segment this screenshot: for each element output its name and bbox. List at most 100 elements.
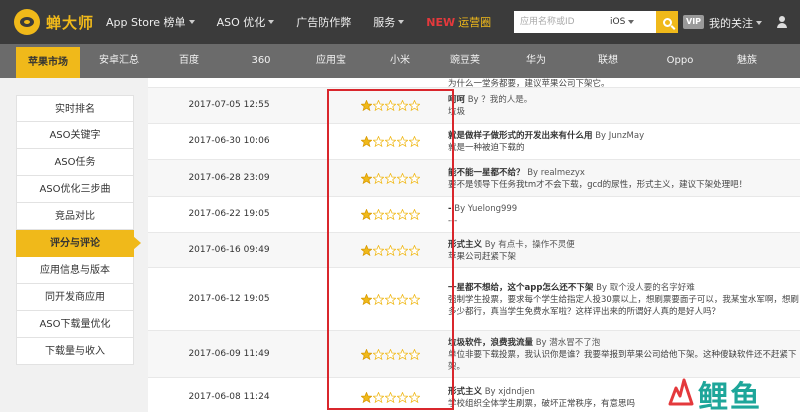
star-empty-icon xyxy=(396,348,408,360)
search-input[interactable] xyxy=(514,12,608,32)
tab-oppo[interactable]: Oppo xyxy=(656,44,704,78)
review-comment: 一星都不想给，这个app怎么还不下架 By 取个没人要的名字好难 强制学生投票，要… xyxy=(448,282,800,318)
logo-text: 蝉大师 xyxy=(46,13,95,32)
review-title: 一星都不想给，这个app怎么还不下架 xyxy=(448,282,594,293)
review-date: 2017-07-05 12:55 xyxy=(188,100,270,110)
tab-android-summary[interactable]: 安卓汇总 xyxy=(88,44,150,78)
nav-services[interactable]: 服务 xyxy=(373,14,405,30)
star-empty-icon xyxy=(372,293,384,305)
chevron-down-icon xyxy=(188,20,195,24)
star-empty-icon xyxy=(372,136,384,147)
star-filled-icon xyxy=(360,100,372,111)
review-date: 2017-06-16 09:49 xyxy=(188,244,270,255)
tab-lenovo[interactable]: 联想 xyxy=(586,44,630,78)
logo[interactable]: 蝉大师 xyxy=(14,9,106,35)
user-icon[interactable] xyxy=(776,16,788,28)
star-empty-icon xyxy=(384,244,396,256)
search-button[interactable] xyxy=(656,11,678,33)
star-empty-icon xyxy=(396,172,408,184)
sidebar-item-same-developer[interactable]: 同开发商应用 xyxy=(16,284,134,311)
star-rating xyxy=(328,348,452,360)
sidebar-item-app-info-versions[interactable]: 应用信息与版本 xyxy=(16,257,134,284)
star-empty-icon xyxy=(408,100,420,111)
star-rating xyxy=(328,136,452,147)
star-filled-icon xyxy=(360,348,372,360)
platform-select[interactable]: iOS xyxy=(610,17,635,27)
sidebar-item-aso-download-opt[interactable]: ASO下载量优化 xyxy=(16,311,134,338)
review-author: By 取个没人要的名字好难 xyxy=(596,282,695,293)
tab-yingyongbao[interactable]: 应用宝 xyxy=(304,44,358,78)
tab-360[interactable]: 360 xyxy=(236,44,286,78)
sidebar-item-competitor-compare[interactable]: 竞品对比 xyxy=(16,203,134,230)
star-rating xyxy=(328,293,452,305)
star-empty-icon xyxy=(372,348,384,360)
chevron-down-icon xyxy=(268,20,275,24)
review-comment: 垃圾软件，浪费我流量 By 潜水冒不了泡 单位非要下载投票，我认识你是谁？我要举报… xyxy=(448,337,800,373)
review-author: By JunzMay xyxy=(595,131,645,141)
review-comment: - By Yuelong999 --- xyxy=(448,203,800,227)
star-empty-icon xyxy=(384,136,396,147)
watermark: 鲤鱼 xyxy=(666,370,796,412)
sidebar-item-aso-three-steps[interactable]: ASO优化三步曲 xyxy=(16,176,134,203)
nav-anti-fraud[interactable]: 广告防作弊 xyxy=(296,14,351,30)
sidebar: 实时排名 ASO关键字 ASO任务 ASO优化三步曲 竞品对比 评分与评论 应用… xyxy=(16,95,141,365)
sidebar-item-downloads-revenue[interactable]: 下载量与收入 xyxy=(16,338,134,365)
platform-label: iOS xyxy=(610,17,626,27)
review-row: 2017-06-12 19:05 一星都不想给，这个app怎么还不下架 By 取个… xyxy=(148,268,800,331)
star-filled-icon xyxy=(360,209,372,220)
new-badge: NEW xyxy=(426,15,456,29)
review-body: 垃圾 xyxy=(448,107,466,117)
star-filled-icon xyxy=(360,136,372,147)
my-follow-label: 我的关注 xyxy=(709,17,753,30)
star-filled-icon xyxy=(360,244,372,256)
review-comment: 形式主义 By 有点卡，操作不灵便 苹果公司赶紧下架 xyxy=(448,239,800,263)
star-filled-icon xyxy=(360,293,372,305)
star-filled-icon xyxy=(360,392,372,403)
review-comment: 能不能一星都不给？ By realmezyx 要不是领导下任务我tm才不会下载，g… xyxy=(448,167,800,191)
top-nav: App Store 榜单 ASO 优化 广告防作弊 服务 NEW 运营圈 xyxy=(106,0,513,44)
my-follow-menu[interactable]: 我的关注 xyxy=(709,15,762,31)
nav-aso[interactable]: ASO 优化 xyxy=(217,14,275,30)
top-bar: 蝉大师 App Store 榜单 ASO 优化 广告防作弊 服务 NEW 运营圈 xyxy=(0,0,800,44)
nav-label: App Store 榜单 xyxy=(106,16,186,29)
chevron-down-icon xyxy=(398,20,405,24)
nav-label: 服务 xyxy=(373,16,396,29)
star-empty-icon xyxy=(408,348,420,360)
tab-apple-market[interactable]: 苹果市场 xyxy=(16,47,80,78)
tab-meizu[interactable]: 魅族 xyxy=(724,44,770,78)
review-title: 呵呵 xyxy=(448,95,466,105)
star-empty-icon xyxy=(384,293,396,305)
search-icon xyxy=(662,17,672,27)
review-body: 单位非要下载投票，我认识你是谁？我要举报到苹果公司给他下架。这种傻缺软件还不赶紧… xyxy=(448,349,797,372)
tab-huawei[interactable]: 华为 xyxy=(514,44,558,78)
star-empty-icon xyxy=(408,293,420,305)
review-author: By realmezyx xyxy=(527,167,585,178)
review-title: 形式主义 xyxy=(448,387,483,397)
sidebar-item-aso-keywords[interactable]: ASO关键字 xyxy=(16,122,134,149)
star-empty-icon xyxy=(408,244,420,256)
nav-appstore-rank[interactable]: App Store 榜单 xyxy=(106,14,195,30)
sidebar-item-realtime-rank[interactable]: 实时排名 xyxy=(16,95,134,122)
sidebar-item-aso-tasks[interactable]: ASO任务 xyxy=(16,149,134,176)
star-rating xyxy=(328,209,452,220)
star-empty-icon xyxy=(396,100,408,111)
star-empty-icon xyxy=(372,100,384,111)
tab-xiaomi[interactable]: 小米 xyxy=(378,44,422,78)
sidebar-item-ratings-reviews[interactable]: 评分与评论 xyxy=(16,230,141,257)
star-empty-icon xyxy=(408,136,420,147)
review-title: - xyxy=(448,204,452,214)
review-row: 为什么一堂务都要，建议苹果公司下架它。 xyxy=(148,78,800,89)
review-author: By Yuelong999 xyxy=(454,204,518,214)
chevron-down-icon xyxy=(628,20,635,24)
star-empty-icon xyxy=(384,209,396,220)
review-row: 2017-06-22 19:05 - By Yuelong999 --- xyxy=(148,197,800,233)
review-date: 2017-06-30 10:06 xyxy=(188,136,270,146)
nav-operations[interactable]: NEW 运营圈 xyxy=(426,14,491,30)
tab-wandoujia[interactable]: 豌豆荚 xyxy=(436,44,494,78)
tab-baidu[interactable]: 百度 xyxy=(160,44,218,78)
review-author: By xjdndjen xyxy=(484,387,535,397)
star-empty-icon xyxy=(408,172,420,184)
star-rating xyxy=(328,100,452,111)
review-author: By 潜水冒不了泡 xyxy=(535,337,601,348)
vip-badge[interactable]: VIP xyxy=(683,15,705,29)
